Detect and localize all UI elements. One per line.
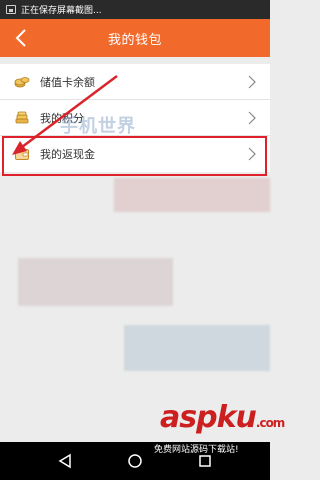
- nav-back-button[interactable]: [54, 450, 76, 472]
- menu-item-stored-value-balance[interactable]: 储值卡余额: [0, 64, 270, 100]
- aspku-brand: aspku: [160, 400, 257, 435]
- blurred-block: [114, 178, 270, 212]
- back-triangle-icon: [58, 453, 71, 469]
- aspku-tagline: 免费网站源码下载站!: [154, 445, 239, 455]
- menu-item-label: 我的返现金: [40, 148, 95, 161]
- chevron-right-icon: [248, 147, 256, 161]
- chevron-left-icon: [15, 29, 26, 47]
- chevron-right-icon: [248, 75, 256, 89]
- back-button[interactable]: [6, 23, 36, 53]
- nav-home-button[interactable]: [124, 450, 146, 472]
- menu-item-cashback[interactable]: 我的返现金: [0, 136, 270, 172]
- page-title: 我的钱包: [107, 32, 162, 48]
- blurred-block: [124, 325, 270, 371]
- menu-item-points[interactable]: 我的积分: [0, 100, 270, 136]
- status-text: 正在保存屏幕截图...: [21, 6, 102, 16]
- aspku-suffix: .com: [255, 416, 285, 430]
- wallet-menu: 储值卡余额 我的积分 我的返现金: [0, 64, 270, 172]
- recents-square-icon: [199, 455, 211, 467]
- wallet-icon: [15, 149, 29, 160]
- coins-icon: [14, 76, 30, 87]
- title-bar: 我的钱包: [0, 19, 270, 57]
- aspku-logo: aspku.com: [160, 400, 285, 435]
- status-bar: 正在保存屏幕截图...: [0, 0, 270, 19]
- blurred-block: [18, 258, 173, 306]
- home-circle-icon: [128, 454, 142, 468]
- coin-stack-icon: [15, 111, 29, 123]
- chevron-right-icon: [248, 111, 256, 125]
- menu-item-label: 我的积分: [40, 111, 84, 125]
- screenshot-icon: [6, 5, 16, 14]
- menu-item-label: 储值卡余额: [40, 75, 95, 89]
